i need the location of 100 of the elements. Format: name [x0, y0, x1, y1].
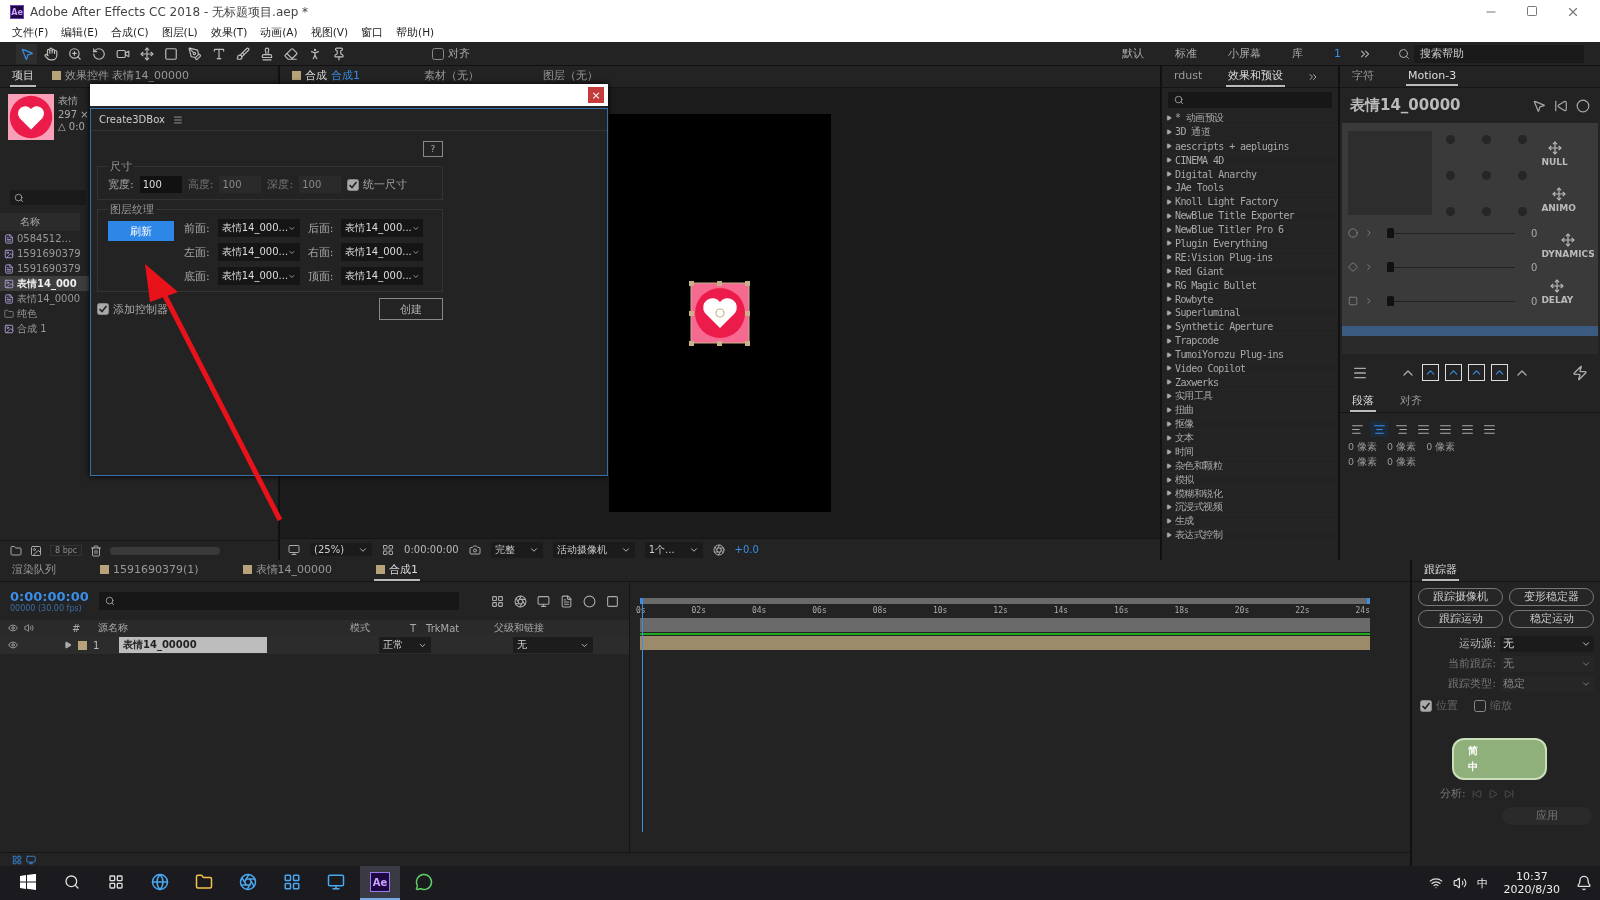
effect-category[interactable]: 沉浸式视频: [1162, 500, 1338, 515]
resolution-select[interactable]: 完整: [490, 541, 543, 558]
effect-category[interactable]: aescripts + aeplugins: [1162, 139, 1338, 154]
panel-tab[interactable]: 字符: [1350, 66, 1376, 87]
timeline-option-icon[interactable]: [12, 854, 22, 865]
effect-category[interactable]: 扭曲: [1162, 403, 1338, 418]
indent-field[interactable]: 0 像素: [1348, 456, 1378, 469]
uniform-size-checkbox[interactable]: [347, 178, 360, 191]
visibility-icon[interactable]: [8, 640, 18, 650]
folder-icon[interactable]: [10, 544, 22, 557]
slider-thumb[interactable]: [1387, 295, 1394, 306]
effect-category[interactable]: 3D 通道: [1162, 125, 1338, 140]
easing-button[interactable]: [1422, 364, 1439, 381]
notification-icon[interactable]: [1576, 875, 1592, 891]
layer-select[interactable]: 表情14_000...: [341, 243, 424, 261]
menu-item[interactable]: 合成(C): [111, 26, 149, 40]
layer-select[interactable]: 表情14_000...: [217, 243, 300, 261]
menu-item[interactable]: 图层(L): [161, 26, 198, 40]
help-button[interactable]: ?: [423, 141, 443, 157]
timeline-tool-icon[interactable]: [606, 594, 619, 608]
effect-category[interactable]: Rowbyte: [1162, 292, 1338, 307]
tracker-button[interactable]: 稳定运动: [1509, 610, 1594, 628]
menu-item[interactable]: 窗口: [361, 26, 384, 40]
effect-category[interactable]: 抠像: [1162, 417, 1338, 432]
effect-category[interactable]: JAe Tools: [1162, 181, 1338, 196]
refresh-button[interactable]: 刷新: [108, 221, 174, 241]
track-checkbox[interactable]: [1474, 699, 1486, 712]
menu-item[interactable]: 动画(A): [260, 26, 298, 40]
panel-tab[interactable]: Motion-3: [1406, 67, 1459, 86]
layer-select[interactable]: 表情14_000...: [217, 219, 300, 237]
effect-category[interactable]: 表达式控制: [1162, 528, 1338, 543]
motion-tool-button[interactable]: DYNAMICS: [1541, 223, 1595, 269]
composition-icon[interactable]: [30, 544, 42, 557]
indent-field[interactable]: 0 像素: [1348, 441, 1378, 454]
easing-button[interactable]: [1445, 364, 1462, 381]
workspace-tab[interactable]: 标准: [1161, 46, 1211, 61]
workspace-tab[interactable]: 默认: [1108, 46, 1158, 61]
layer-select[interactable]: 表情14_000...: [217, 267, 300, 285]
timeline-tool-icon[interactable]: [514, 594, 527, 608]
effect-category[interactable]: TumoiYorozu Plug-ins: [1162, 348, 1338, 363]
timeline-tab[interactable]: 1591690379(1): [98, 561, 201, 580]
menu-item[interactable]: 文件(F): [12, 26, 49, 40]
effect-category[interactable]: RE:Vision Plug-ins: [1162, 250, 1338, 265]
timeline-option-icon[interactable]: [26, 854, 36, 865]
camera-select[interactable]: 活动摄像机: [552, 541, 635, 558]
project-search-field[interactable]: [10, 190, 86, 205]
effect-category[interactable]: * 动画预设: [1162, 112, 1338, 126]
tracker-button[interactable]: 跟踪运动: [1418, 610, 1503, 628]
indent-field[interactable]: 0 像素: [1387, 456, 1417, 469]
menu-item[interactable]: 编辑(E): [61, 26, 99, 40]
tracker-button[interactable]: 变形稳定器: [1509, 588, 1594, 606]
effect-category[interactable]: Zaxwerks: [1162, 375, 1338, 390]
menu-item[interactable]: 帮助(H): [396, 26, 435, 40]
effect-category[interactable]: 模拟: [1162, 473, 1338, 488]
tracker-select[interactable]: 无: [1500, 636, 1594, 652]
close-icon[interactable]: [1566, 5, 1580, 19]
project-item[interactable]: 合成 1: [0, 321, 89, 336]
project-item[interactable]: 0584512...: [0, 231, 89, 246]
tracker-tab[interactable]: 跟踪器: [1422, 560, 1459, 581]
effect-category[interactable]: NewBlue Titler Pro 6: [1162, 223, 1338, 237]
select-icon[interactable]: [1532, 98, 1546, 113]
expand-icon[interactable]: [64, 641, 72, 649]
viewer-tab[interactable]: 素材（无）: [422, 66, 481, 87]
tracker-button[interactable]: 跟踪摄像机: [1418, 588, 1503, 606]
back-icon[interactable]: [1554, 98, 1568, 113]
effect-category[interactable]: Knoll Light Factory: [1162, 195, 1338, 210]
effect-category[interactable]: 生成: [1162, 514, 1338, 529]
indent-field[interactable]: 0 像素: [1387, 441, 1417, 454]
effect-category[interactable]: Red Giant: [1162, 264, 1338, 279]
audio-icon[interactable]: [24, 623, 34, 633]
clock[interactable]: 10:37 2020/8/30: [1497, 870, 1566, 896]
effect-category[interactable]: 实用工具: [1162, 389, 1338, 404]
timecode[interactable]: 0:00:00:00: [10, 589, 89, 604]
effect-category[interactable]: 文本: [1162, 431, 1338, 446]
effect-category[interactable]: CINEMA 4D: [1162, 153, 1338, 168]
workspace-tab[interactable]: 1: [1320, 47, 1355, 60]
exposure-value[interactable]: +0.0: [734, 544, 759, 555]
menu-item[interactable]: 效果(T): [210, 26, 248, 40]
project-item[interactable]: 1591690379: [0, 246, 89, 261]
create-button[interactable]: 创建: [379, 298, 443, 320]
project-item[interactable]: 表情14_0000: [0, 291, 89, 306]
layer-select[interactable]: 表情14_000...: [341, 219, 424, 237]
project-item[interactable]: 表情14_000: [0, 276, 89, 291]
network-icon[interactable]: [1428, 876, 1443, 890]
timeline-tool-icon[interactable]: [537, 594, 550, 608]
mode-select[interactable]: 正常: [379, 637, 431, 653]
maximize-icon[interactable]: [1526, 5, 1538, 17]
timeline-tool-icon[interactable]: [560, 594, 573, 608]
zoom-select[interactable]: (25%): [310, 543, 373, 556]
align-button[interactable]: [1370, 421, 1388, 437]
easing-button[interactable]: [1468, 364, 1485, 381]
volume-icon[interactable]: [1452, 876, 1467, 890]
input-method-indicator[interactable]: 中: [1476, 875, 1488, 891]
menu-item[interactable]: 视图(V): [310, 26, 349, 40]
easing-button[interactable]: [1491, 364, 1508, 381]
label-swatch[interactable]: [78, 640, 87, 650]
effect-category[interactable]: Superluminal: [1162, 306, 1338, 321]
motion-tool-button[interactable]: DELAY: [1541, 269, 1574, 315]
panel-tab[interactable]: 段落: [1350, 391, 1376, 412]
panel-tab[interactable]: rdust: [1172, 67, 1205, 86]
